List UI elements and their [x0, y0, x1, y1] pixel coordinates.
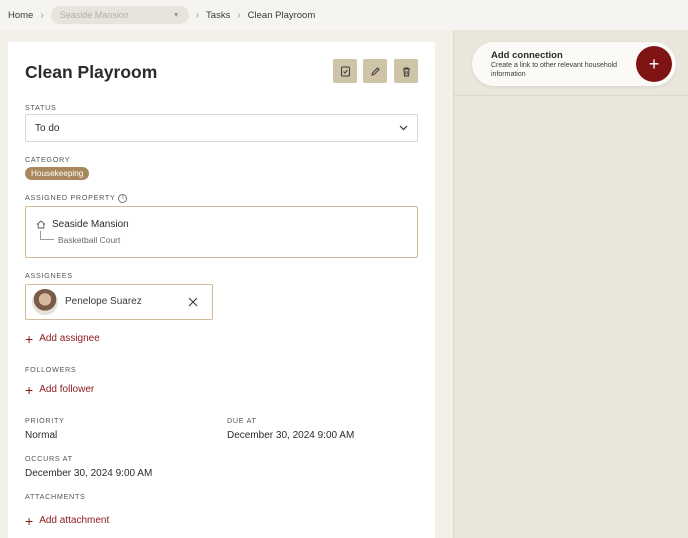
assigned-property-label: ASSIGNED PROPERTY i	[25, 193, 128, 203]
breadcrumb-current: Clean Playroom	[247, 9, 316, 21]
tree-branch	[40, 231, 54, 240]
chevron-down-icon: ▼	[172, 11, 180, 19]
add-connection-card: Add connection Create a link to other re…	[472, 42, 676, 86]
chevron-right-icon: ›	[195, 9, 200, 21]
property-select-value: Seaside Mansion	[59, 10, 129, 20]
due-label: DUE AT	[227, 416, 257, 425]
plus-icon: +	[648, 53, 660, 74]
add-assignee-button[interactable]: + Add assignee	[25, 330, 100, 347]
followers-label: FOLLOWERS	[25, 365, 77, 374]
connections-header: Add connection Create a link to other re…	[454, 30, 688, 96]
priority-label: PRIORITY	[25, 416, 65, 425]
breadcrumb: Home › Seaside Mansion ▼ › Tasks › Clean…	[0, 0, 688, 30]
close-icon[interactable]	[186, 295, 200, 309]
edit-button[interactable]	[363, 59, 387, 83]
property-select[interactable]: Seaside Mansion ▼	[50, 6, 189, 24]
plus-icon: +	[25, 330, 34, 347]
page-title: Clean Playroom	[25, 62, 158, 82]
occurs-label: OCCURS AT	[25, 454, 73, 463]
trash-icon	[402, 67, 410, 76]
priority-value: Normal	[25, 430, 58, 441]
complete-button[interactable]	[333, 59, 357, 83]
add-assignee-label: Add assignee	[39, 333, 100, 344]
occurs-value: December 30, 2024 9:00 AM	[25, 468, 153, 479]
connections-panel: Add connection Create a link to other re…	[453, 30, 688, 538]
chevron-right-icon: ›	[237, 9, 241, 21]
plus-icon: +	[25, 381, 34, 398]
assignees-label: ASSIGNEES	[25, 271, 73, 280]
due-value: December 30, 2024 9:00 AM	[227, 430, 355, 441]
assigned-property-label-text: ASSIGNED PROPERTY	[25, 193, 116, 202]
avatar	[32, 289, 58, 315]
breadcrumb-tasks[interactable]: Tasks	[206, 10, 230, 21]
property-name: Seaside Mansion	[52, 219, 129, 230]
status-value: To do	[35, 122, 60, 134]
info-icon[interactable]: i	[118, 193, 128, 203]
add-attachment-label: Add attachment	[39, 515, 110, 526]
status-label: STATUS	[25, 103, 57, 112]
task-detail-card: Clean Playroom STATUS To do CATEGORY Hou…	[8, 42, 435, 538]
add-follower-label: Add follower	[39, 384, 95, 395]
chevron-right-icon: ›	[40, 9, 44, 21]
status-select[interactable]: To do	[25, 114, 418, 142]
add-connection-description: Create a link to other relevant househol…	[491, 62, 618, 78]
chevron-down-icon	[399, 125, 408, 131]
add-attachment-button[interactable]: + Add attachment	[25, 512, 110, 529]
delete-button[interactable]	[394, 59, 418, 83]
home-icon	[36, 220, 46, 229]
property-sub-location: Basketball Court	[58, 235, 121, 245]
assignee-chip: Penelope Suarez	[25, 284, 213, 320]
breadcrumb-home[interactable]: Home	[8, 10, 33, 21]
pencil-icon	[370, 66, 380, 76]
plus-icon: +	[25, 512, 34, 529]
attachments-label: ATTACHMENTS	[25, 492, 86, 501]
category-label: CATEGORY	[25, 155, 71, 164]
category-badge: Housekeeping	[25, 167, 90, 180]
assignee-name: Penelope Suarez	[65, 296, 142, 307]
checklist-icon	[340, 66, 350, 76]
add-connection-title: Add connection	[491, 50, 563, 61]
add-follower-button[interactable]: + Add follower	[25, 381, 95, 398]
assigned-property-box[interactable]: Seaside Mansion Basketball Court	[25, 206, 418, 258]
add-connection-button[interactable]: +	[636, 46, 672, 82]
